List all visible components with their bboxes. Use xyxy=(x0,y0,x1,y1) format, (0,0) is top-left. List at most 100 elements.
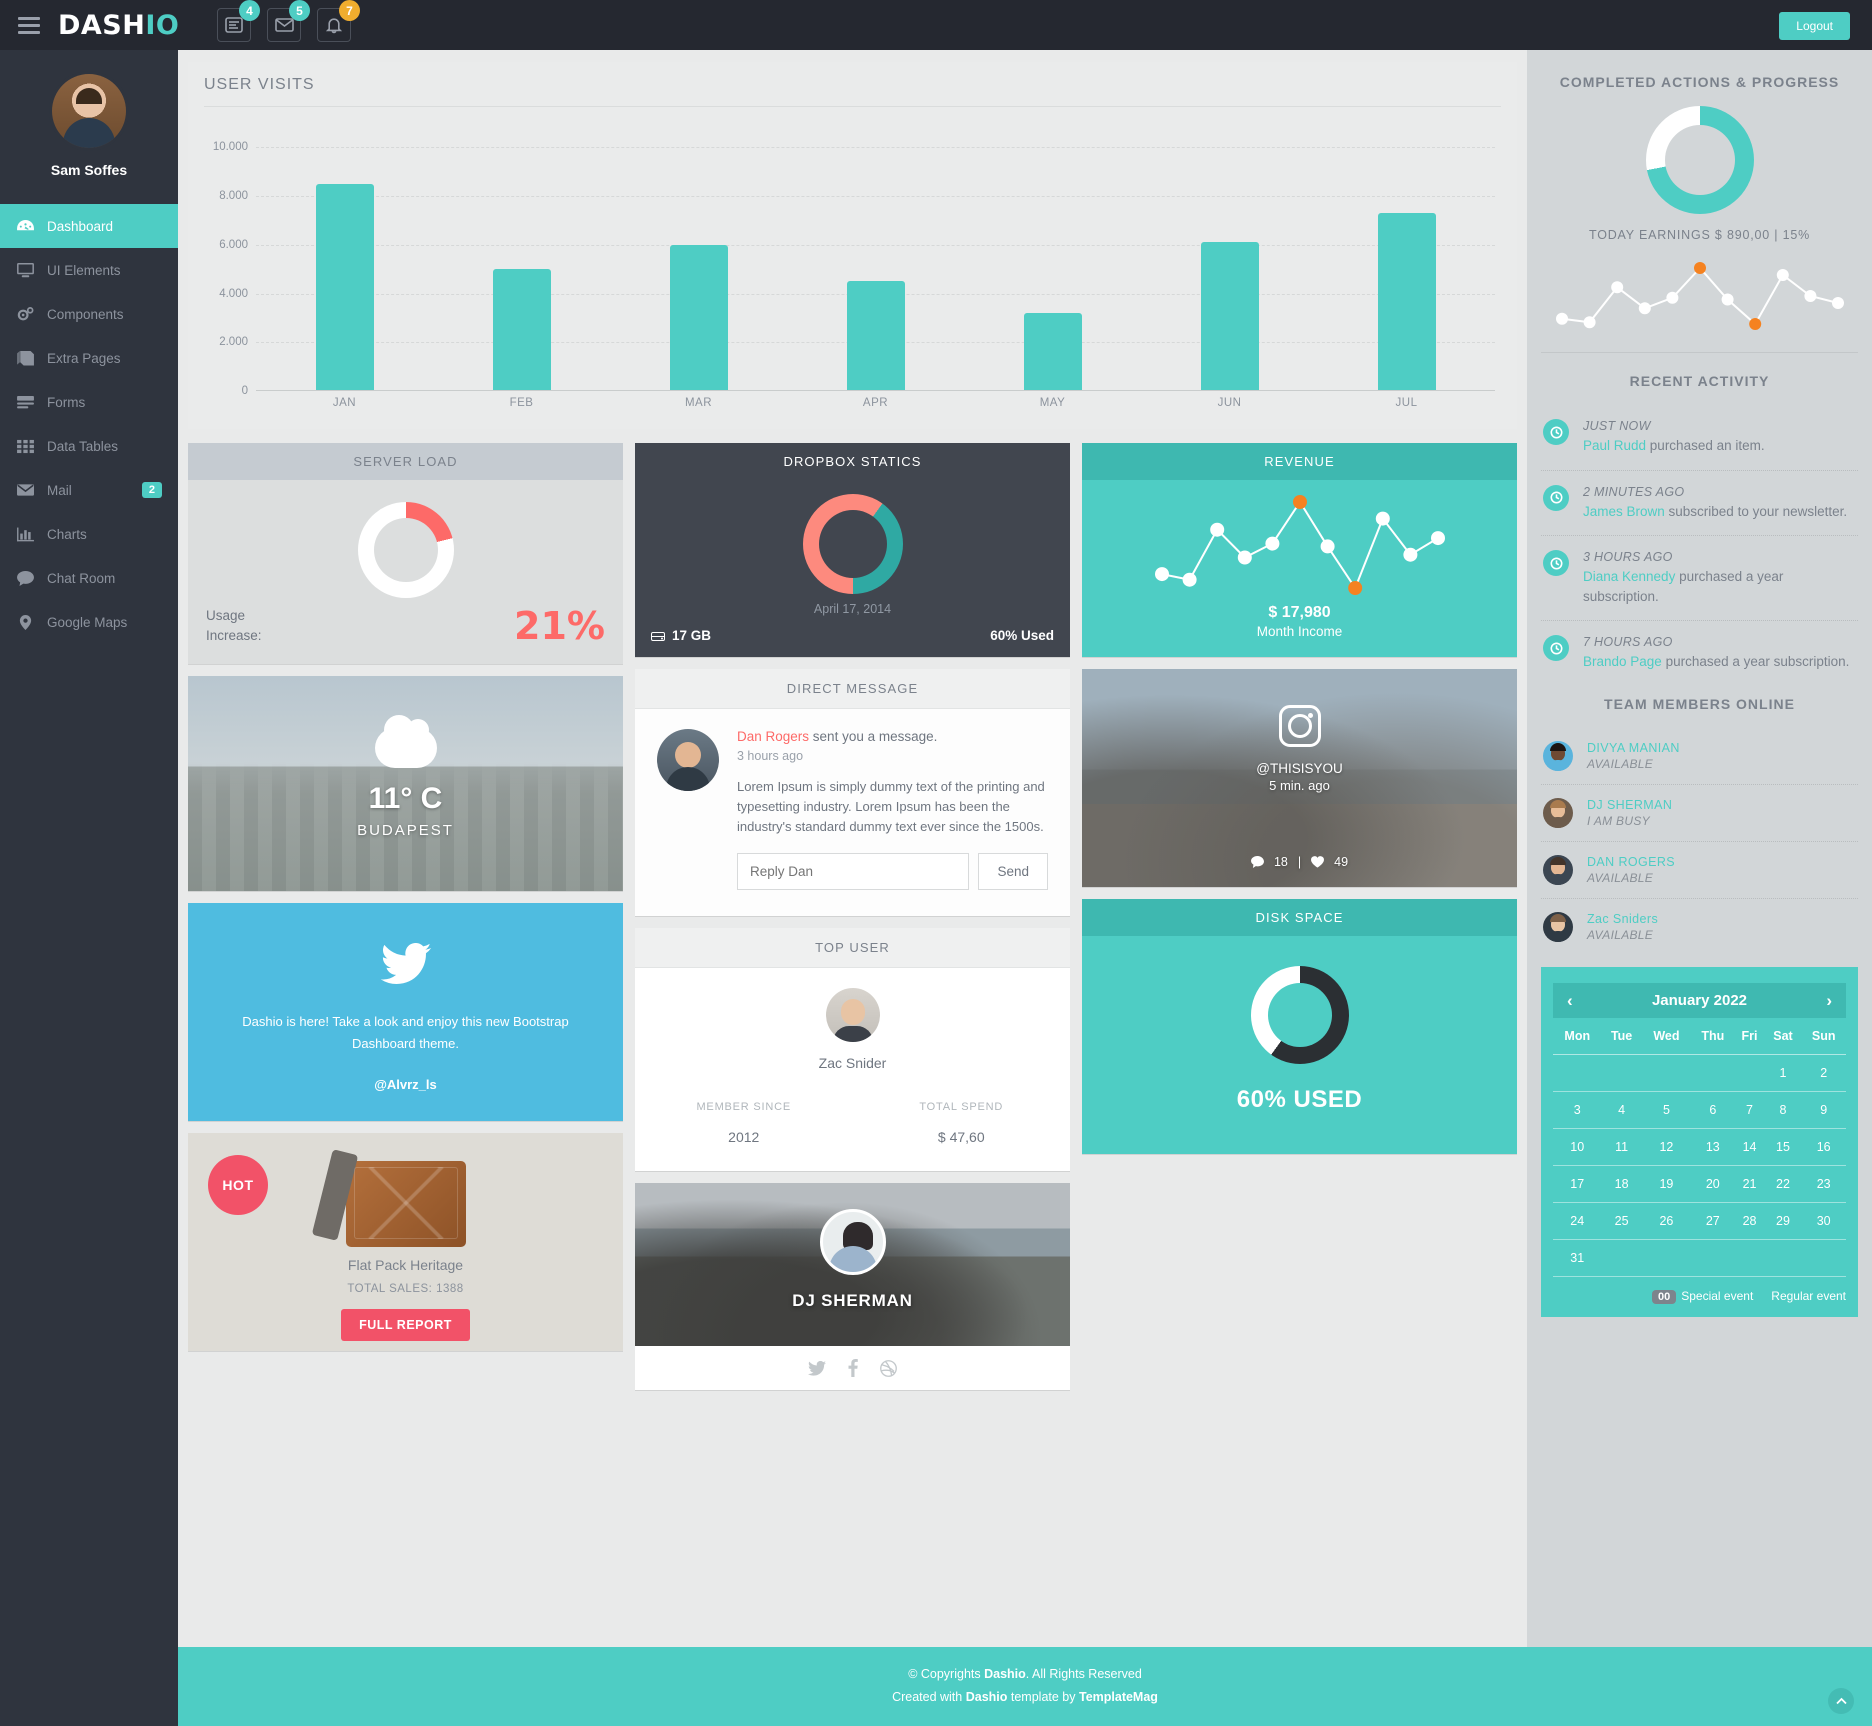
send-button[interactable]: Send xyxy=(978,853,1048,891)
sparkline-point[interactable] xyxy=(1320,539,1335,554)
activity-person[interactable]: Brando Page xyxy=(1583,654,1662,669)
calendar-prev-button[interactable]: ‹ xyxy=(1567,992,1573,1009)
sparkline-point[interactable] xyxy=(1748,318,1761,330)
calendar-day-cell[interactable]: 27 xyxy=(1691,1202,1735,1240)
calendar-day-cell[interactable]: 11 xyxy=(1601,1128,1642,1166)
calendar-day-cell[interactable]: 7 xyxy=(1734,1091,1765,1129)
twitter-handle[interactable]: @Alvrz_ls xyxy=(218,1077,593,1092)
calendar-day-cell[interactable]: 4 xyxy=(1601,1091,1642,1129)
team-member[interactable]: DIVYA MANIAN AVAILABLE xyxy=(1541,728,1858,785)
calendar-day-cell[interactable]: 26 xyxy=(1641,1202,1692,1240)
calendar-day-cell[interactable]: 8 xyxy=(1764,1091,1802,1129)
activity-person[interactable]: James Brown xyxy=(1583,504,1665,519)
calendar-day-cell[interactable]: 16 xyxy=(1801,1128,1846,1166)
calendar-day-cell[interactable]: 10 xyxy=(1553,1128,1602,1166)
calendar-day-cell[interactable]: 28 xyxy=(1734,1202,1765,1240)
team-member[interactable]: DAN ROGERS AVAILABLE xyxy=(1541,842,1858,899)
chart-bar[interactable] xyxy=(315,183,374,391)
team-member[interactable]: DJ SHERMAN I AM BUSY xyxy=(1541,785,1858,842)
calendar-day-cell[interactable]: 21 xyxy=(1734,1165,1765,1203)
message-content: Dan Rogers sent you a message. 3 hours a… xyxy=(737,729,1048,891)
sparkline-point[interactable] xyxy=(1583,316,1596,329)
sparkline-point[interactable] xyxy=(1182,572,1197,587)
activity-person[interactable]: Diana Kennedy xyxy=(1583,569,1675,584)
sparkline-point[interactable] xyxy=(1555,312,1568,325)
calendar-day-cell[interactable]: 19 xyxy=(1641,1165,1692,1203)
sparkline-point[interactable] xyxy=(1721,293,1734,306)
calendar-day-cell[interactable]: 15 xyxy=(1764,1128,1802,1166)
sparkline-point[interactable] xyxy=(1665,291,1678,304)
sparkline-point[interactable] xyxy=(1154,567,1169,582)
calendar-day-cell[interactable]: 30 xyxy=(1801,1202,1846,1240)
chart-bar[interactable] xyxy=(492,269,551,391)
sidebar-item-dashboard[interactable]: Dashboard xyxy=(0,204,178,248)
calendar-day-cell[interactable]: 9 xyxy=(1801,1091,1846,1129)
calendar-day-cell[interactable]: 31 xyxy=(1553,1239,1602,1277)
chart-bar[interactable] xyxy=(669,244,728,391)
calendar-day-cell[interactable]: 1 xyxy=(1764,1054,1802,1092)
logout-button[interactable]: Logout xyxy=(1779,12,1850,40)
menu-toggle-icon[interactable] xyxy=(18,16,40,34)
instagram-card: @THISISYOU 5 min. ago 18 | 49 xyxy=(1082,669,1517,887)
sparkline-point[interactable] xyxy=(1264,536,1279,551)
calendar-day-cell[interactable]: 17 xyxy=(1553,1165,1602,1203)
chart-bar[interactable] xyxy=(1377,213,1436,391)
bell-icon[interactable]: 7 xyxy=(317,0,360,42)
calendar-day-cell[interactable]: 6 xyxy=(1691,1091,1735,1129)
calendar-day-cell[interactable]: 13 xyxy=(1691,1128,1735,1166)
sparkline-point[interactable] xyxy=(1430,531,1445,546)
sidebar-item-forms[interactable]: Forms xyxy=(0,380,178,424)
scroll-to-top-icon[interactable] xyxy=(1828,1688,1854,1714)
calendar-next-button[interactable]: › xyxy=(1826,992,1832,1009)
app-logo[interactable]: DASHIO xyxy=(58,10,179,41)
activity-person[interactable]: Paul Rudd xyxy=(1583,438,1646,453)
sidebar-item-mail[interactable]: Mail 2 xyxy=(0,468,178,512)
sidebar-item-ui-elements[interactable]: UI Elements xyxy=(0,248,178,292)
calendar-day-cell[interactable]: 12 xyxy=(1641,1128,1692,1166)
calendar-day-cell[interactable]: 3 xyxy=(1553,1091,1602,1129)
reply-input[interactable] xyxy=(737,853,970,891)
logo-part-a: DASH xyxy=(58,9,146,41)
sparkline-point[interactable] xyxy=(1237,550,1252,565)
instagram-user[interactable]: @THISISYOU xyxy=(1082,761,1517,776)
calendar-day-cell[interactable]: 29 xyxy=(1764,1202,1802,1240)
tasks-icon[interactable]: 4 xyxy=(217,0,260,42)
calendar-day-cell[interactable]: 2 xyxy=(1801,1054,1846,1092)
sparkline-point[interactable] xyxy=(1776,269,1789,281)
facebook-icon[interactable] xyxy=(848,1359,858,1378)
footer-templatemag-link[interactable]: TemplateMag xyxy=(1079,1690,1158,1704)
team-member[interactable]: Zac Sniders AVAILABLE xyxy=(1541,899,1858,955)
sparkline-point[interactable] xyxy=(1638,302,1651,315)
chart-bar[interactable] xyxy=(1023,313,1082,391)
calendar-day-cell[interactable]: 20 xyxy=(1691,1165,1735,1203)
calendar-day-cell[interactable]: 25 xyxy=(1601,1202,1642,1240)
sidebar-item-charts[interactable]: Charts xyxy=(0,512,178,556)
sparkline-point[interactable] xyxy=(1292,495,1307,509)
sparkline-point[interactable] xyxy=(1803,290,1816,302)
sidebar-item-components[interactable]: Components xyxy=(0,292,178,336)
calendar-day-cell[interactable]: 23 xyxy=(1801,1165,1846,1203)
sparkline-point[interactable] xyxy=(1402,547,1417,562)
calendar-day-cell[interactable]: 22 xyxy=(1764,1165,1802,1203)
sidebar-item-data-tables[interactable]: Data Tables xyxy=(0,424,178,468)
sparkline-point[interactable] xyxy=(1347,581,1362,595)
full-report-button[interactable]: FULL REPORT xyxy=(341,1309,470,1341)
calendar-day-cell[interactable]: 5 xyxy=(1641,1091,1692,1129)
sparkline-point[interactable] xyxy=(1693,262,1706,274)
calendar-day-cell[interactable]: 24 xyxy=(1553,1202,1602,1240)
chart-bar[interactable] xyxy=(846,281,905,391)
chart-bar[interactable] xyxy=(1200,242,1259,391)
message-sender-name[interactable]: Dan Rogers xyxy=(737,729,809,744)
sparkline-point[interactable] xyxy=(1375,511,1390,526)
sparkline-point[interactable] xyxy=(1610,281,1623,294)
sparkline-point[interactable] xyxy=(1209,522,1224,537)
sidebar-item-google-maps[interactable]: Google Maps xyxy=(0,600,178,644)
dribbble-icon[interactable] xyxy=(880,1360,897,1377)
sparkline-point[interactable] xyxy=(1831,297,1844,309)
calendar-day-cell[interactable]: 18 xyxy=(1601,1165,1642,1203)
twitter-icon[interactable] xyxy=(808,1360,826,1376)
sidebar-item-chat-room[interactable]: Chat Room xyxy=(0,556,178,600)
sidebar-item-extra-pages[interactable]: Extra Pages xyxy=(0,336,178,380)
envelope-icon[interactable]: 5 xyxy=(267,0,310,42)
calendar-day-cell[interactable]: 14 xyxy=(1734,1128,1765,1166)
